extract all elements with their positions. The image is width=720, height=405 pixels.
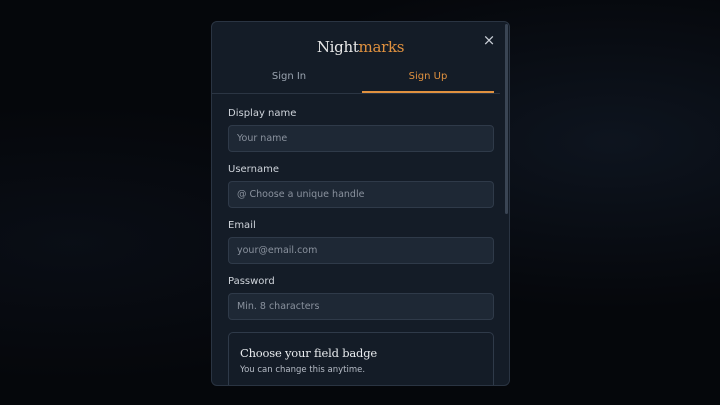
username-label: Username: [228, 164, 279, 175]
close-icon[interactable]: ×: [480, 31, 498, 49]
username-input[interactable]: [228, 181, 494, 208]
brand-logo-part1: Night: [316, 38, 359, 56]
tab-sign-in[interactable]: Sign In: [218, 69, 360, 93]
badge-title: Choose your field badge: [240, 346, 377, 360]
display-name-input[interactable]: [228, 125, 494, 152]
password-label: Password: [228, 276, 275, 287]
brand-logo: Nightmarks: [212, 38, 509, 56]
signup-modal: Nightmarks × Sign In Sign Up Display nam…: [211, 21, 510, 386]
modal-scrollbar[interactable]: [505, 24, 508, 214]
display-name-label: Display name: [228, 108, 297, 119]
tab-sign-up[interactable]: Sign Up: [362, 69, 494, 93]
brand-logo-part2: marks: [358, 38, 405, 56]
field-badge-card: Choose your field badge You can change t…: [228, 332, 494, 385]
email-label: Email: [228, 220, 256, 231]
email-input[interactable]: [228, 237, 494, 264]
badge-subtitle: You can change this anytime.: [240, 365, 366, 375]
password-input[interactable]: [228, 293, 494, 320]
auth-tabs: Sign In Sign Up: [212, 69, 500, 94]
